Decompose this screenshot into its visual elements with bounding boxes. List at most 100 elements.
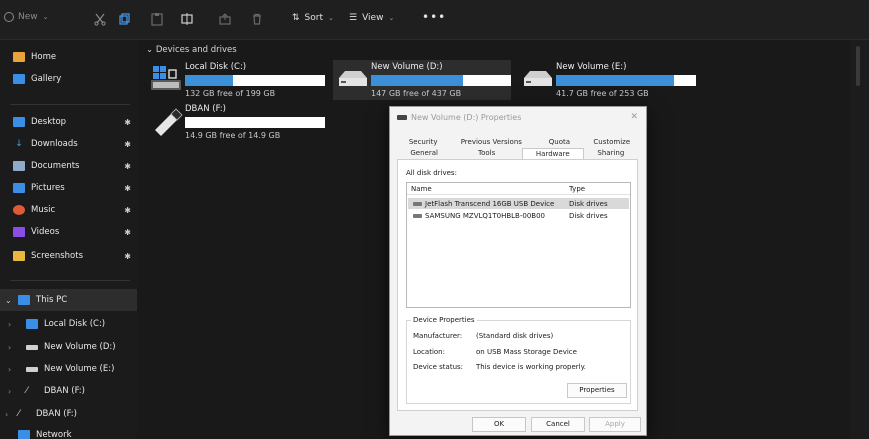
sidebar-item-dban-f[interactable]: › ⁄ DBAN (F:) — [0, 380, 137, 402]
device-properties-button[interactable]: Properties — [567, 383, 627, 398]
home-icon — [13, 52, 25, 62]
usage-bar — [556, 75, 696, 86]
sidebar-item-dban-f-2[interactable]: › ⁄ DBAN (F:) — [0, 403, 137, 425]
command-bar: New ⌄ ⇅ Sort ⌄ ☰ View ⌄ ••• — [0, 0, 869, 40]
drive-free-space: 147 GB free of 437 GB — [371, 89, 462, 98]
videos-icon — [13, 227, 25, 237]
list-header: Name Type — [407, 183, 630, 195]
drive-tile-c[interactable]: Local Disk (C:) 132 GB free of 199 GB — [149, 60, 325, 98]
column-header-type[interactable]: Type — [569, 185, 585, 193]
usage-bar — [185, 75, 325, 86]
drive-tile-f[interactable]: DBAN (F:) 14.9 GB free of 14.9 GB — [149, 102, 325, 140]
tab-row-top: Security Previous Versions Quota Customi… — [397, 137, 638, 148]
apply-button[interactable]: Apply — [589, 417, 641, 432]
drive-tile-d[interactable]: New Volume (D:) 147 GB free of 437 GB — [333, 60, 511, 100]
pin-icon: ✱ — [124, 161, 131, 171]
disk-drive-icon — [413, 201, 422, 206]
scrollbar-thumb[interactable] — [856, 46, 860, 86]
sidebar-item-local-disk-c[interactable]: › Local Disk (C:) — [0, 313, 137, 335]
sidebar-item-gallery[interactable]: Gallery — [0, 68, 137, 90]
sort-icon: ⇅ — [292, 13, 300, 23]
sidebar-item-home[interactable]: Home — [0, 46, 137, 68]
drive-name: Local Disk (C:) — [185, 62, 247, 72]
usage-bar — [185, 117, 325, 128]
devices-section-header[interactable]: ⌄ Devices and drives — [146, 45, 237, 55]
drive-icon — [397, 115, 407, 120]
sidebar-item-documents[interactable]: Documents ✱ — [0, 155, 137, 177]
tab-previous-versions[interactable]: Previous Versions — [449, 137, 533, 148]
list-item[interactable]: SAMSUNG MZVLQ1T0HBLB-00B00 Disk drives — [408, 210, 629, 221]
chevron-right-icon: › — [8, 319, 12, 329]
sidebar-item-desktop[interactable]: Desktop ✱ — [0, 111, 137, 133]
sidebar-item-pictures[interactable]: Pictures ✱ — [0, 177, 137, 199]
sidebar-separator — [10, 104, 130, 105]
drive-name: New Volume (D:) — [371, 62, 443, 72]
desktop-icon — [13, 117, 25, 127]
group-title: Device Properties — [411, 316, 477, 324]
tab-hardware[interactable]: Hardware — [521, 148, 584, 159]
drive-tile-e[interactable]: New Volume (E:) 41.7 GB free of 253 GB — [520, 60, 696, 98]
usb-icon: ⁄ — [26, 386, 28, 396]
disk-drives-list[interactable]: Name Type JetFlash Transcend 16GB USB De… — [406, 182, 631, 308]
cancel-button[interactable]: Cancel — [531, 417, 585, 432]
pin-icon: ✱ — [124, 139, 131, 149]
sidebar-item-music[interactable]: Music ✱ — [0, 199, 137, 221]
sidebar-item-screenshots[interactable]: Screenshots ✱ — [0, 245, 137, 267]
location-label: Location: — [413, 348, 445, 356]
new-button[interactable]: New ⌄ — [4, 12, 49, 22]
tab-customize[interactable]: Customize — [586, 137, 638, 148]
chevron-right-icon: › — [5, 409, 9, 419]
vertical-scrollbar[interactable] — [850, 40, 869, 439]
copy-icon[interactable] — [118, 12, 132, 26]
usb-drive-icon — [155, 108, 183, 136]
share-icon[interactable] — [218, 12, 232, 26]
new-plus-icon — [4, 12, 14, 22]
drive-free-space: 41.7 GB free of 253 GB — [556, 89, 649, 98]
dialog-title-bar[interactable]: New Volume (D:) Properties — [397, 113, 521, 122]
tab-general[interactable]: General — [397, 148, 451, 159]
all-disk-drives-label: All disk drives: — [406, 169, 457, 177]
chevron-down-icon: ⌄ — [5, 295, 12, 305]
download-icon: ↓ — [15, 139, 23, 149]
device-properties-group: Device Properties Manufacturer: (Standar… — [406, 316, 631, 404]
manufacturer-value: (Standard disk drives) — [476, 332, 554, 340]
rename-icon[interactable] — [180, 12, 194, 26]
paste-icon[interactable] — [150, 12, 164, 26]
drive-icon — [26, 344, 38, 350]
drive-free-space: 14.9 GB free of 14.9 GB — [185, 131, 281, 140]
sidebar-item-new-volume-d[interactable]: › New Volume (D:) — [0, 336, 137, 358]
column-header-name[interactable]: Name — [411, 185, 432, 193]
network-icon — [18, 430, 30, 439]
sidebar-item-new-volume-e[interactable]: › New Volume (E:) — [0, 358, 137, 380]
sidebar-item-this-pc[interactable]: ⌄ This PC — [0, 289, 137, 311]
sort-button[interactable]: ⇅ Sort ⌄ — [292, 13, 334, 23]
tab-tools[interactable]: Tools — [451, 148, 522, 159]
pin-icon: ✱ — [124, 117, 131, 127]
usb-icon: ⁄ — [18, 409, 20, 419]
local-disk-icon — [151, 66, 181, 90]
navigation-pane: Home Gallery Desktop ✱ ↓ Downloads ✱ Doc… — [0, 40, 137, 439]
tab-quota[interactable]: Quota — [533, 137, 585, 148]
drive-icon — [339, 71, 367, 86]
device-status-label: Device status: — [413, 363, 464, 371]
view-icon: ☰ — [349, 13, 358, 23]
tab-security[interactable]: Security — [397, 137, 449, 148]
list-item[interactable]: JetFlash Transcend 16GB USB Device Disk … — [408, 198, 629, 209]
sidebar-item-videos[interactable]: Videos ✱ — [0, 221, 137, 243]
tab-row-bottom: General Tools Hardware Sharing — [397, 148, 638, 159]
pin-icon: ✱ — [124, 205, 131, 215]
sidebar-item-downloads[interactable]: ↓ Downloads ✱ — [0, 133, 137, 155]
close-icon[interactable]: ✕ — [630, 112, 638, 122]
gallery-icon — [13, 74, 25, 84]
ok-button[interactable]: OK — [472, 417, 526, 432]
more-options-button[interactable]: ••• — [422, 10, 446, 24]
sidebar-item-network[interactable]: Network — [0, 424, 137, 439]
tab-sharing[interactable]: Sharing — [584, 148, 638, 159]
view-button[interactable]: ☰ View ⌄ — [349, 13, 394, 23]
pc-icon — [18, 295, 30, 305]
cut-icon[interactable] — [93, 12, 107, 26]
delete-icon[interactable] — [250, 12, 264, 26]
drive-name: New Volume (E:) — [556, 62, 627, 72]
chevron-right-icon: › — [8, 386, 12, 396]
sidebar-separator — [10, 280, 130, 281]
